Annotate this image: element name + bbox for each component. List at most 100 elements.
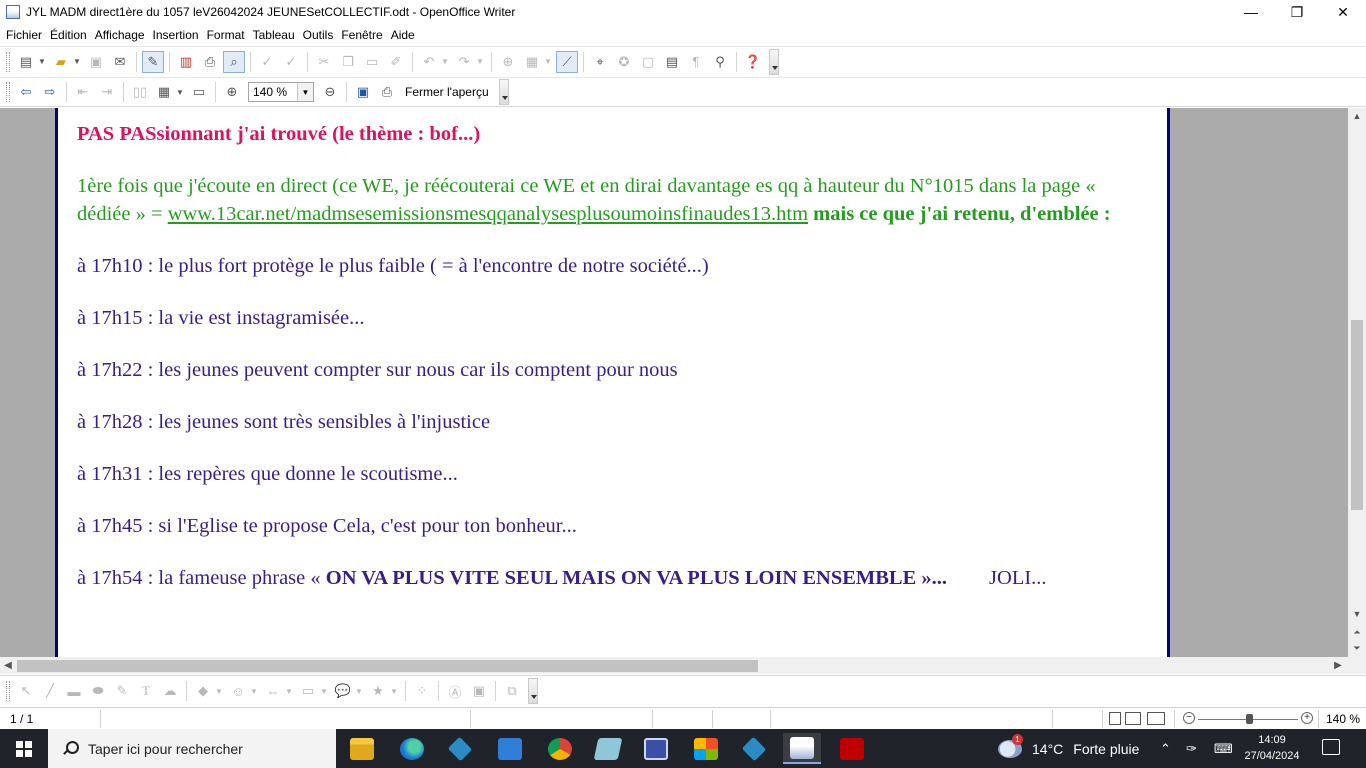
edit-file-icon[interactable]: ✎: [142, 50, 164, 73]
taskbar-search[interactable]: Taper ici pour rechercher: [48, 729, 336, 768]
zoom-slider-handle[interactable]: [1246, 714, 1253, 724]
taskbar-filezilla[interactable]: [833, 733, 871, 764]
open-dropdown-icon[interactable]: ▼: [73, 57, 81, 66]
draw-functions-icon[interactable]: ⟋: [556, 50, 578, 73]
freeform-icon[interactable]: ✎: [111, 680, 133, 702]
menu-outils[interactable]: Outils: [301, 28, 340, 42]
book-preview-icon[interactable]: ▭: [188, 81, 210, 103]
next-page-scroll-icon[interactable]: ⏷: [1348, 640, 1366, 656]
multiple-pages-icon[interactable]: ▦: [153, 81, 175, 103]
navigator-icon[interactable]: ✪: [613, 51, 635, 73]
taskbar-app-3[interactable]: [441, 733, 479, 764]
toolbar-options-button[interactable]: [498, 79, 509, 105]
text-icon[interactable]: T: [135, 680, 157, 702]
help-icon[interactable]: ❓: [742, 51, 764, 73]
zoom-in-button[interactable]: +: [1301, 712, 1313, 724]
notification-icon[interactable]: [1322, 739, 1340, 755]
vertical-scrollbar[interactable]: ▲ ▼ ⏶ ⏷: [1348, 108, 1366, 657]
scroll-left-icon[interactable]: ◀: [0, 657, 16, 674]
cut-icon[interactable]: ✂: [313, 51, 335, 73]
save-icon[interactable]: ▣: [85, 51, 107, 73]
multiple-pages-dropdown-icon[interactable]: ▼: [176, 88, 184, 97]
symbol-shapes-icon[interactable]: ☺: [227, 680, 249, 702]
menu-edition[interactable]: Édition: [48, 28, 93, 42]
rectangle-icon[interactable]: ▬: [63, 680, 85, 702]
previous-page-icon[interactable]: ⇦: [15, 81, 37, 103]
menu-tableau[interactable]: Tableau: [251, 28, 301, 42]
toolbar-grip[interactable]: [6, 51, 10, 72]
document-page[interactable]: PAS PASsionnant j'ai trouvé (le thème : …: [55, 108, 1170, 657]
gallery-icon[interactable]: ▢: [637, 51, 659, 73]
previous-page-scroll-icon[interactable]: ⏶: [1348, 624, 1366, 640]
spellcheck-icon[interactable]: ✓: [256, 51, 278, 73]
intro-hyperlink[interactable]: www.13car.net/madmsesemissionsmesqqanaly…: [168, 203, 808, 225]
new-document-icon[interactable]: ▤: [15, 51, 37, 73]
toolbar-options-button[interactable]: [528, 678, 538, 704]
menu-affichage[interactable]: Affichage: [93, 28, 151, 42]
zoom-out-icon[interactable]: ⊖: [319, 81, 341, 103]
zoom-select[interactable]: 140 % ▼: [248, 82, 314, 102]
new-dropdown-icon[interactable]: ▼: [38, 57, 46, 66]
taskbar-openoffice-writer[interactable]: [783, 733, 821, 764]
start-button[interactable]: [0, 729, 48, 768]
taskbar-clock[interactable]: 14:09 27/04/2024: [1242, 732, 1302, 764]
redo-dropdown-icon[interactable]: ▼: [476, 57, 484, 66]
document-area[interactable]: PAS PASsionnant j'ai trouvé (le thème : …: [0, 108, 1348, 657]
print-preview-icon[interactable]: ⎙: [376, 81, 398, 103]
menu-aide[interactable]: Aide: [389, 28, 421, 42]
ellipse-icon[interactable]: ⬬: [87, 680, 109, 702]
points-icon[interactable]: ⁘: [411, 680, 433, 702]
menu-fenetre[interactable]: Fenêtre: [339, 28, 388, 42]
basic-shapes-icon[interactable]: ◆: [192, 680, 214, 702]
block-arrows-icon[interactable]: ⇔: [262, 680, 284, 702]
vertical-scroll-thumb[interactable]: [1351, 320, 1363, 510]
taskbar-store[interactable]: [687, 733, 725, 764]
table-dropdown-icon[interactable]: ▼: [544, 57, 552, 66]
zoom-percentage[interactable]: 140 %: [1326, 712, 1360, 726]
line-icon[interactable]: ╱: [39, 680, 61, 702]
pen-icon[interactable]: ✑: [1186, 741, 1197, 757]
taskbar-file-explorer[interactable]: [343, 733, 381, 764]
single-page-view-icon[interactable]: [1109, 712, 1121, 725]
scroll-right-icon[interactable]: ▶: [1330, 657, 1346, 674]
undo-icon[interactable]: ↶: [418, 51, 440, 73]
hyperlink-icon[interactable]: ⊕: [497, 51, 519, 73]
formatting-marks-icon[interactable]: ¶: [685, 51, 707, 73]
maximize-button[interactable]: ❐: [1274, 0, 1320, 24]
stars-icon[interactable]: ★: [367, 680, 389, 702]
zoom-icon[interactable]: ⚲: [709, 51, 731, 73]
close-button[interactable]: ✕: [1320, 0, 1366, 24]
extrusion-icon[interactable]: ⧉: [501, 680, 523, 702]
format-paintbrush-icon[interactable]: ✐: [385, 51, 407, 73]
paste-icon[interactable]: ▭: [361, 51, 383, 73]
scroll-up-icon[interactable]: ▲: [1348, 108, 1366, 124]
print-icon[interactable]: ⎙: [199, 51, 221, 73]
minimize-button[interactable]: —: [1228, 0, 1274, 24]
zoom-out-button[interactable]: −: [1183, 712, 1195, 724]
taskbar-app-7[interactable]: [637, 733, 675, 764]
toolbar-options-button[interactable]: [769, 48, 779, 75]
find-replace-icon[interactable]: ⌖: [589, 51, 611, 73]
zoom-in-icon[interactable]: ⊕: [221, 81, 243, 103]
next-page-icon[interactable]: ⇨: [39, 81, 61, 103]
first-page-icon[interactable]: ⇤: [72, 81, 94, 103]
taskbar-chrome[interactable]: [541, 733, 579, 764]
toolbar-grip[interactable]: [6, 82, 10, 102]
close-preview-button[interactable]: Fermer l'aperçu: [399, 85, 495, 99]
taskbar-app-9[interactable]: [735, 733, 773, 764]
horizontal-scroll-thumb[interactable]: [17, 660, 758, 672]
menu-fichier[interactable]: Fichier: [4, 28, 48, 42]
two-pages-icon[interactable]: ▯▯: [129, 81, 151, 103]
from-file-icon[interactable]: ▣: [468, 680, 490, 702]
email-icon[interactable]: ✉: [109, 51, 131, 73]
select-arrow-icon[interactable]: ↖: [15, 680, 37, 702]
horizontal-scrollbar[interactable]: ◀ ▶: [0, 657, 1348, 674]
chevron-up-icon[interactable]: ⌃: [1160, 741, 1171, 757]
autospellcheck-icon[interactable]: ✓: [280, 51, 302, 73]
taskbar-edge[interactable]: [393, 733, 431, 764]
undo-dropdown-icon[interactable]: ▼: [441, 57, 449, 66]
open-folder-icon[interactable]: ▰: [50, 51, 72, 73]
toolbar-grip[interactable]: [6, 681, 10, 701]
table-icon[interactable]: ▦: [521, 51, 543, 73]
callouts-icon[interactable]: 💬: [332, 680, 354, 702]
